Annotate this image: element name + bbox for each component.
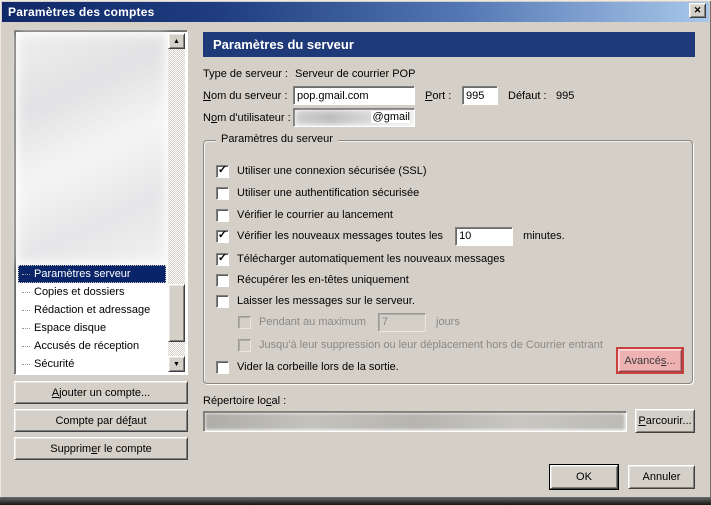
check-interval-row: ✓ Vérifier les nouveaux messages toutes … [216,226,565,246]
scroll-down-button[interactable]: ▼ [168,356,185,372]
check-icon: ✓ [217,163,228,176]
max-days-input [378,312,426,332]
leave-on-server-checkbox[interactable]: ✓ [216,294,229,308]
default-account-label: Compte par défaut [55,414,147,427]
title-bar: Paramètres des comptes [2,2,709,22]
ssl-row: ✓ Utiliser une connexion sécurisée (SSL) [216,163,427,179]
server-name-label: Nom du serveur : [203,90,288,102]
tree-item-label: Paramètres serveur [34,268,131,280]
browse-button[interactable]: Parcourir... [635,409,695,433]
max-days-label: Pendant au maximum [259,316,366,328]
account-settings-dialog: Paramètres des comptes ✕ Paramètres serv… [0,0,711,505]
auto-download-label: Télécharger automatiquement les nouveaux… [237,253,505,265]
port-default-label: Défaut : [508,90,547,102]
scroll-up-button[interactable]: ▲ [168,33,185,49]
port-label: Port : [425,90,452,102]
until-deleted-checkbox: ✓ [238,338,251,352]
max-days-suffix: jours [436,316,460,328]
redacted-local-dir-path [205,413,625,430]
port-default-value: 995 [556,90,575,102]
window-bottom-edge [0,497,711,505]
port-input[interactable] [462,86,498,105]
leave-on-server-row: ✓ Laisser les messages sur le serveur. [216,293,415,309]
remove-account-label: Supprimer le compte [50,442,152,455]
tree-scrollbar[interactable]: ▲ ▼ [168,33,185,372]
empty-trash-row: ✓ Vider la corbeille lors de la sortie. [216,359,399,375]
advanced-button[interactable]: Avancés... [616,347,684,374]
cancel-button[interactable]: Annuler [628,465,695,489]
username-visible-suffix: @gmail [370,111,410,123]
max-days-checkbox: ✓ [238,315,251,329]
tree-item-label: Espace disque [34,322,107,334]
check-interval-label: Vérifier les nouveaux messages toutes le… [237,230,444,242]
redacted-account-name-area [18,34,166,262]
check-at-startup-label: Vérifier le courrier au lancement [237,209,393,221]
check-interval-suffix: minutes. [523,230,565,242]
check-interval-checkbox[interactable]: ✓ [216,228,229,243]
ok-button-label: OK [576,471,592,483]
tree-item-parametres-serveur[interactable]: Paramètres serveur [18,265,166,283]
username-field[interactable]: @gmail [293,108,415,127]
scroll-thumb[interactable] [168,284,185,342]
close-button[interactable]: ✕ [689,3,706,18]
add-account-label: Ajouter un compte... [51,386,151,399]
until-deleted-label: Jusqu'à leur suppression ou leur déplace… [259,339,603,351]
local-dir-label: Répertoire local : [203,395,287,407]
empty-trash-checkbox[interactable]: ✓ [216,360,229,374]
secure-auth-row: ✓ Utiliser une authentification sécurisé… [216,185,419,201]
add-account-button[interactable]: Ajouter un compte... [14,381,188,404]
ssl-checkbox[interactable]: ✓ [216,163,229,178]
default-account-button[interactable]: Compte par défaut [14,409,188,432]
tree-item-label: Copies et dossiers [34,286,125,298]
headers-only-row: ✓ Récupérer les en-têtes uniquement [216,272,409,288]
server-type-value: Serveur de courrier POP [295,68,416,80]
tree-item-label: Rédaction et adressage [34,304,151,316]
page-title-label: Paramètres du serveur [213,37,354,52]
advanced-button-label: Avancés... [624,354,676,367]
tree-item-label: Accusés de réception [34,340,140,352]
tree-item-label: Sécurité [34,358,75,370]
local-dir-field[interactable] [203,411,627,432]
until-deleted-row: ✓ Jusqu'à leur suppression ou leur dépla… [238,337,603,353]
leave-on-server-label: Laisser les messages sur le serveur. [237,295,415,307]
check-icon: ✓ [217,228,228,241]
tree-item-redaction-et-adressage[interactable]: Rédaction et adressage [18,301,166,319]
server-name-input[interactable] [293,86,415,105]
tree-item-copies-et-dossiers[interactable]: Copies et dossiers [18,283,166,301]
tree-item-securite[interactable]: Sécurité [18,355,166,373]
account-tree-listbox: Paramètres serveur Copies et dossiers Ré… [14,30,188,375]
window-title: Paramètres des comptes [8,5,155,19]
scroll-up-icon: ▲ [173,37,180,45]
max-days-row: ✓ Pendant au maximum jours [238,312,460,332]
headers-only-checkbox[interactable]: ✓ [216,273,229,287]
check-at-startup-checkbox[interactable]: ✓ [216,208,229,222]
check-icon: ✓ [217,251,228,264]
server-settings-group: Paramètres du serveur ✓ Utiliser une con… [203,133,693,384]
group-legend: Paramètres du serveur [216,133,338,145]
check-at-startup-row: ✓ Vérifier le courrier au lancement [216,207,393,223]
auto-download-checkbox[interactable]: ✓ [216,251,229,266]
empty-trash-label: Vider la corbeille lors de la sortie. [237,361,399,373]
secure-auth-checkbox[interactable]: ✓ [216,186,229,200]
cancel-button-label: Annuler [642,471,681,483]
close-icon: ✕ [693,5,702,15]
ssl-label: Utiliser une connexion sécurisée (SSL) [237,165,427,177]
ok-button[interactable]: OK [549,464,619,490]
secure-auth-label: Utiliser une authentification sécurisée [237,187,420,199]
browse-button-label: Parcourir... [638,415,692,427]
tree-item-accuses-de-reception[interactable]: Accusés de réception [18,337,166,355]
auto-download-row: ✓ Télécharger automatiquement les nouvea… [216,251,505,267]
check-interval-input[interactable] [455,226,514,246]
remove-account-button[interactable]: Supprimer le compte [14,437,188,460]
scroll-down-icon: ▼ [173,360,180,368]
headers-only-label: Récupérer les en-têtes uniquement [237,274,409,286]
settings-tree: Paramètres serveur Copies et dossiers Ré… [18,265,166,373]
server-type-label: Type de serveur : [203,68,288,80]
username-label: Nom d'utilisateur : [203,112,291,124]
tree-item-espace-disque[interactable]: Espace disque [18,319,166,337]
page-title: Paramètres du serveur [203,32,695,57]
